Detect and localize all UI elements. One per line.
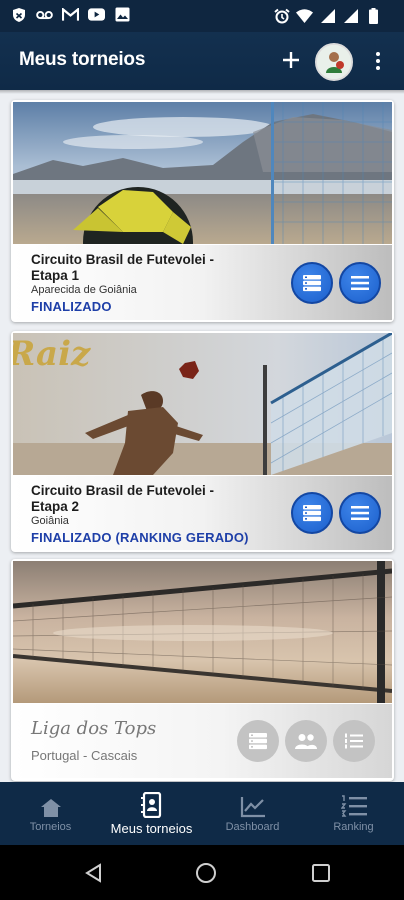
tournament-photo [13, 561, 392, 703]
wifi-icon [296, 7, 313, 24]
tournament-location: Portugal - Cascais [31, 748, 138, 763]
home-icon[interactable] [195, 862, 217, 889]
tournament-info: Liga dos Tops Portugal - Cascais [13, 704, 392, 778]
tournament-photo: Raiz [13, 333, 392, 475]
list-icon [303, 505, 321, 522]
tournament-name: Circuito Brasil de Futevolei - Etapa 1 [31, 252, 215, 283]
numbered-list-icon [345, 733, 363, 749]
nav-label: Torneios [29, 821, 72, 833]
ranking-list-icon [340, 795, 367, 817]
menu-button[interactable] [339, 492, 381, 534]
tournament-info: Circuito Brasil de Futevolei - Etapa 2 G… [13, 476, 392, 550]
menu-button[interactable] [339, 262, 381, 304]
chart-icon [240, 797, 265, 818]
signal-icon [319, 7, 336, 24]
list-button[interactable] [291, 492, 333, 534]
back-icon[interactable] [84, 863, 104, 888]
app-bar-shadow [0, 90, 404, 94]
tournament-status: FINALIZADO [31, 299, 112, 314]
trophy-icon [40, 799, 61, 817]
bottom-navigation: Torneios Meus torneios Dashboard Ranking [0, 782, 404, 845]
status-bar [0, 0, 404, 32]
numbered-list-button[interactable] [333, 720, 375, 762]
nav-label: Ranking [333, 821, 374, 833]
more-vert-icon[interactable] [372, 50, 384, 72]
list-icon [249, 733, 267, 750]
signal-icon [342, 7, 359, 24]
system-navigation-bar [0, 845, 404, 900]
tournament-city: Aparecida de Goiânia [31, 284, 137, 296]
nav-label: Meus torneios [110, 821, 193, 836]
tournament-photo [13, 102, 392, 244]
list-button[interactable] [291, 262, 333, 304]
tournament-name: Circuito Brasil de Futevolei - Etapa 2 [31, 483, 215, 514]
nav-item-meus-torneios[interactable]: Meus torneios [101, 782, 202, 845]
menu-icon [351, 506, 369, 520]
list-button[interactable] [237, 720, 279, 762]
tournament-card[interactable]: Circuito Brasil de Futevolei - Etapa 1 A… [11, 100, 394, 322]
youtube-icon [88, 6, 105, 23]
app-bar: Meus torneios [0, 32, 404, 90]
recents-icon[interactable] [311, 863, 331, 888]
page-title: Meus torneios [19, 49, 146, 70]
nav-item-torneios[interactable]: Torneios [0, 782, 101, 845]
nav-item-ranking[interactable]: Ranking [303, 782, 404, 845]
list-icon [303, 275, 321, 292]
tournament-status: FINALIZADO (RANKING GERADO) [31, 530, 249, 545]
photo-text: Raiz [13, 334, 91, 374]
people-button[interactable] [285, 720, 327, 762]
people-icon [295, 734, 317, 749]
plus-icon[interactable] [280, 46, 302, 74]
alarm-icon [273, 7, 290, 24]
avatar[interactable] [315, 43, 353, 81]
shield-icon [10, 6, 27, 23]
tournament-card[interactable]: Liga dos Tops Portugal - Cascais [11, 559, 394, 781]
menu-icon [351, 276, 369, 290]
gmail-icon [62, 6, 79, 23]
image-icon [114, 6, 131, 23]
tournament-info: Circuito Brasil de Futevolei - Etapa 1 A… [13, 245, 392, 320]
tournament-card[interactable]: Raiz Circuito Brasil de Futevolei - Etap… [11, 331, 394, 552]
tournament-city: Goiânia [31, 515, 69, 527]
nav-label: Dashboard [225, 821, 280, 833]
voicemail-icon [36, 6, 53, 23]
battery-icon [365, 7, 382, 24]
nav-item-dashboard[interactable]: Dashboard [202, 782, 303, 845]
tournament-name: Liga dos Tops [31, 718, 157, 739]
contacts-book-icon [140, 792, 161, 818]
